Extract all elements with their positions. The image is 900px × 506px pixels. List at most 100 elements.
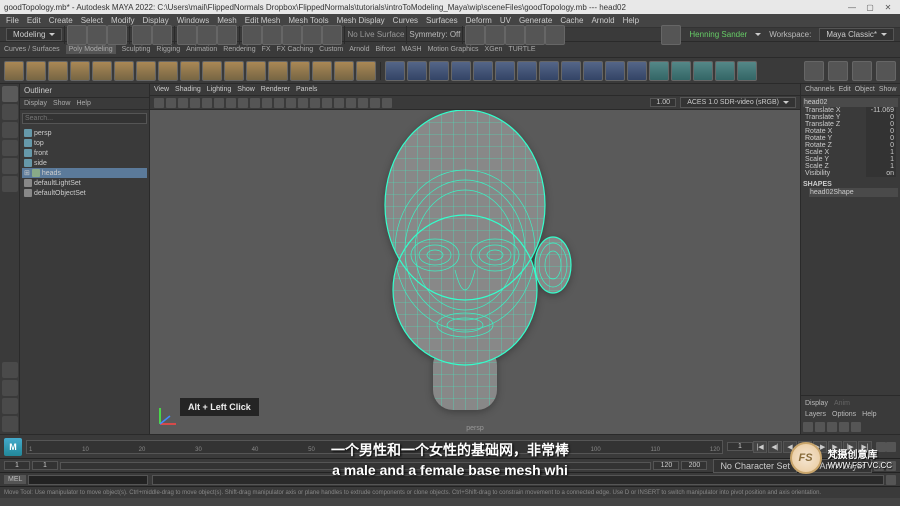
exposure-input[interactable] <box>650 98 676 107</box>
go-start-button[interactable]: |◀ <box>753 441 767 453</box>
connect-icon[interactable] <box>627 61 647 81</box>
modeling-toolkit-icon[interactable] <box>876 61 896 81</box>
sculpt-icon[interactable] <box>737 61 757 81</box>
vp-menu-lighting[interactable]: Lighting <box>207 86 232 93</box>
charset-dropdown[interactable]: No Character Set <box>713 459 797 473</box>
vp-tool-icon[interactable] <box>370 98 380 108</box>
menu-create[interactable]: Create <box>49 16 73 25</box>
menu-cache[interactable]: Cache <box>560 16 583 25</box>
shelf-tab[interactable]: Arnold <box>349 46 369 53</box>
layout-persp-icon[interactable] <box>2 398 18 414</box>
shape-name[interactable]: head02Shape <box>809 188 898 197</box>
script-editor-icon[interactable] <box>886 475 896 485</box>
vp-menu-view[interactable]: View <box>154 86 169 93</box>
undo-icon[interactable] <box>132 25 152 45</box>
target-weld-icon[interactable] <box>671 61 691 81</box>
chan-menu-edit[interactable]: Edit <box>839 86 851 93</box>
maximize-button[interactable]: ▢ <box>862 2 878 12</box>
shelf-tab[interactable]: Sculpting <box>122 46 151 53</box>
polyplane-icon[interactable] <box>114 61 134 81</box>
redo-icon[interactable] <box>152 25 172 45</box>
vp-menu-shading[interactable]: Shading <box>175 86 201 93</box>
quad-draw-icon[interactable] <box>693 61 713 81</box>
append-icon[interactable] <box>583 61 603 81</box>
snap-grid-icon[interactable] <box>242 25 262 45</box>
tree-item-lightset[interactable]: defaultLightSet <box>22 178 147 188</box>
polytorus-icon[interactable] <box>92 61 112 81</box>
layer-icon[interactable] <box>803 422 813 432</box>
select-mode-icon[interactable] <box>177 25 197 45</box>
polytype-icon[interactable] <box>334 61 354 81</box>
shelf-tab[interactable]: Custom <box>319 46 343 53</box>
cmd-language-label[interactable]: MEL <box>4 475 26 484</box>
menu-mesh[interactable]: Mesh <box>217 16 237 25</box>
svg-icon[interactable] <box>356 61 376 81</box>
menu-meshdisplay[interactable]: Mesh Display <box>337 16 385 25</box>
current-frame-input[interactable] <box>727 442 753 451</box>
snap-live-icon[interactable] <box>322 25 342 45</box>
layer-icon[interactable] <box>839 422 849 432</box>
shelf-tab[interactable]: Bifrost <box>376 46 396 53</box>
vp-tool-icon[interactable] <box>334 98 344 108</box>
new-scene-icon[interactable] <box>67 25 87 45</box>
step-back-button[interactable]: ◀| <box>768 441 782 453</box>
close-button[interactable]: ✕ <box>880 2 896 12</box>
shelf-tab[interactable]: TURTLE <box>508 46 535 53</box>
layer-menu-help[interactable]: Help <box>862 411 876 418</box>
polydisc-icon[interactable] <box>136 61 156 81</box>
layer-add-icon[interactable] <box>851 422 861 432</box>
move-tool[interactable] <box>2 140 18 156</box>
vp-tool-icon[interactable] <box>238 98 248 108</box>
tree-item-front[interactable]: front <box>22 148 147 158</box>
channelbox-toggle-icon[interactable] <box>828 61 848 81</box>
outliner-menu-display[interactable]: Display <box>24 100 47 107</box>
vp-tool-icon[interactable] <box>178 98 188 108</box>
toggle-icon-1[interactable] <box>465 25 485 45</box>
snap-curve-icon[interactable] <box>262 25 282 45</box>
vp-tool-icon[interactable] <box>262 98 272 108</box>
search-input[interactable] <box>22 113 147 124</box>
shelf-tab-active[interactable]: Poly Modeling <box>66 45 116 54</box>
rotate-tool[interactable] <box>2 158 18 174</box>
layer-icon[interactable] <box>827 422 837 432</box>
shelf-tab[interactable]: FX Caching <box>277 46 314 53</box>
vp-tool-icon[interactable] <box>190 98 200 108</box>
chan-menu-show[interactable]: Show <box>879 86 897 93</box>
toggle-icon-5[interactable] <box>545 25 565 45</box>
chan-menu-object[interactable]: Object <box>855 86 875 93</box>
save-scene-icon[interactable] <box>107 25 127 45</box>
outliner-menu-show[interactable]: Show <box>53 100 71 107</box>
layer-tab-display[interactable]: Display <box>805 400 828 407</box>
vp-tool-icon[interactable] <box>310 98 320 108</box>
layer-menu-options[interactable]: Options <box>832 411 856 418</box>
menu-arnold[interactable]: Arnold <box>591 16 614 25</box>
shelf-tab[interactable]: Rigging <box>156 46 180 53</box>
shelf-tab[interactable]: FX <box>262 46 271 53</box>
vp-tool-icon[interactable] <box>274 98 284 108</box>
vp-tool-icon[interactable] <box>250 98 260 108</box>
attribute-editor-icon[interactable] <box>852 61 872 81</box>
menu-file[interactable]: File <box>6 16 19 25</box>
anim-start-input[interactable] <box>4 461 30 470</box>
menu-select[interactable]: Select <box>81 16 103 25</box>
select-tool[interactable] <box>2 86 18 102</box>
polypipe-icon[interactable] <box>224 61 244 81</box>
menu-generate[interactable]: Generate <box>519 16 552 25</box>
menu-deform[interactable]: Deform <box>466 16 492 25</box>
tree-item-persp[interactable]: persp <box>22 128 147 138</box>
crease-icon[interactable] <box>715 61 735 81</box>
layer-menu-layers[interactable]: Layers <box>805 411 826 418</box>
lasso-icon[interactable] <box>197 25 217 45</box>
shelf-tab[interactable]: Curves / Surfaces <box>4 46 60 53</box>
polyhelix-icon[interactable] <box>246 61 266 81</box>
symmetry-label[interactable]: Symmetry: Off <box>409 30 460 39</box>
menu-edit[interactable]: Edit <box>27 16 41 25</box>
workspace-dropdown[interactable]: Maya Classic* <box>819 28 894 41</box>
tree-item-side[interactable]: side <box>22 158 147 168</box>
viewport-canvas[interactable]: Alt + Left Click persp <box>150 110 800 434</box>
sidebar-toggle-icon[interactable] <box>804 61 824 81</box>
tree-item-objectset[interactable]: defaultObjectSet <box>22 188 147 198</box>
collapse-icon[interactable] <box>605 61 625 81</box>
vp-tool-icon[interactable] <box>382 98 392 108</box>
menu-meshtools[interactable]: Mesh Tools <box>288 16 328 25</box>
